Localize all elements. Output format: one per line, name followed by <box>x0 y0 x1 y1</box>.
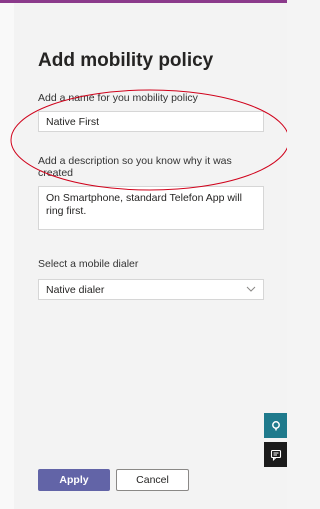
policy-name-label: Add a name for you mobility policy <box>38 92 198 104</box>
cancel-button[interactable]: Cancel <box>116 469 189 491</box>
mobile-dialer-select[interactable]: Native dialer <box>38 279 264 300</box>
policy-description-label: Add a description so you know why it was… <box>38 155 232 179</box>
policy-description-input[interactable]: On Smartphone, standard Telefon App will… <box>38 186 264 230</box>
help-icon <box>271 420 280 430</box>
feedback-icon <box>270 449 281 461</box>
apply-button[interactable]: Apply <box>38 469 110 491</box>
page-title: Add mobility policy <box>38 50 214 71</box>
mobile-dialer-selected-value: Native dialer <box>46 284 105 296</box>
left-strip <box>0 3 14 509</box>
feedback-button[interactable] <box>264 442 287 467</box>
chevron-down-icon <box>246 286 256 292</box>
policy-panel <box>14 3 287 509</box>
help-button[interactable] <box>264 413 287 438</box>
mobile-dialer-label: Select a mobile dialer <box>38 258 139 270</box>
policy-name-input[interactable]: Native First <box>38 111 264 132</box>
